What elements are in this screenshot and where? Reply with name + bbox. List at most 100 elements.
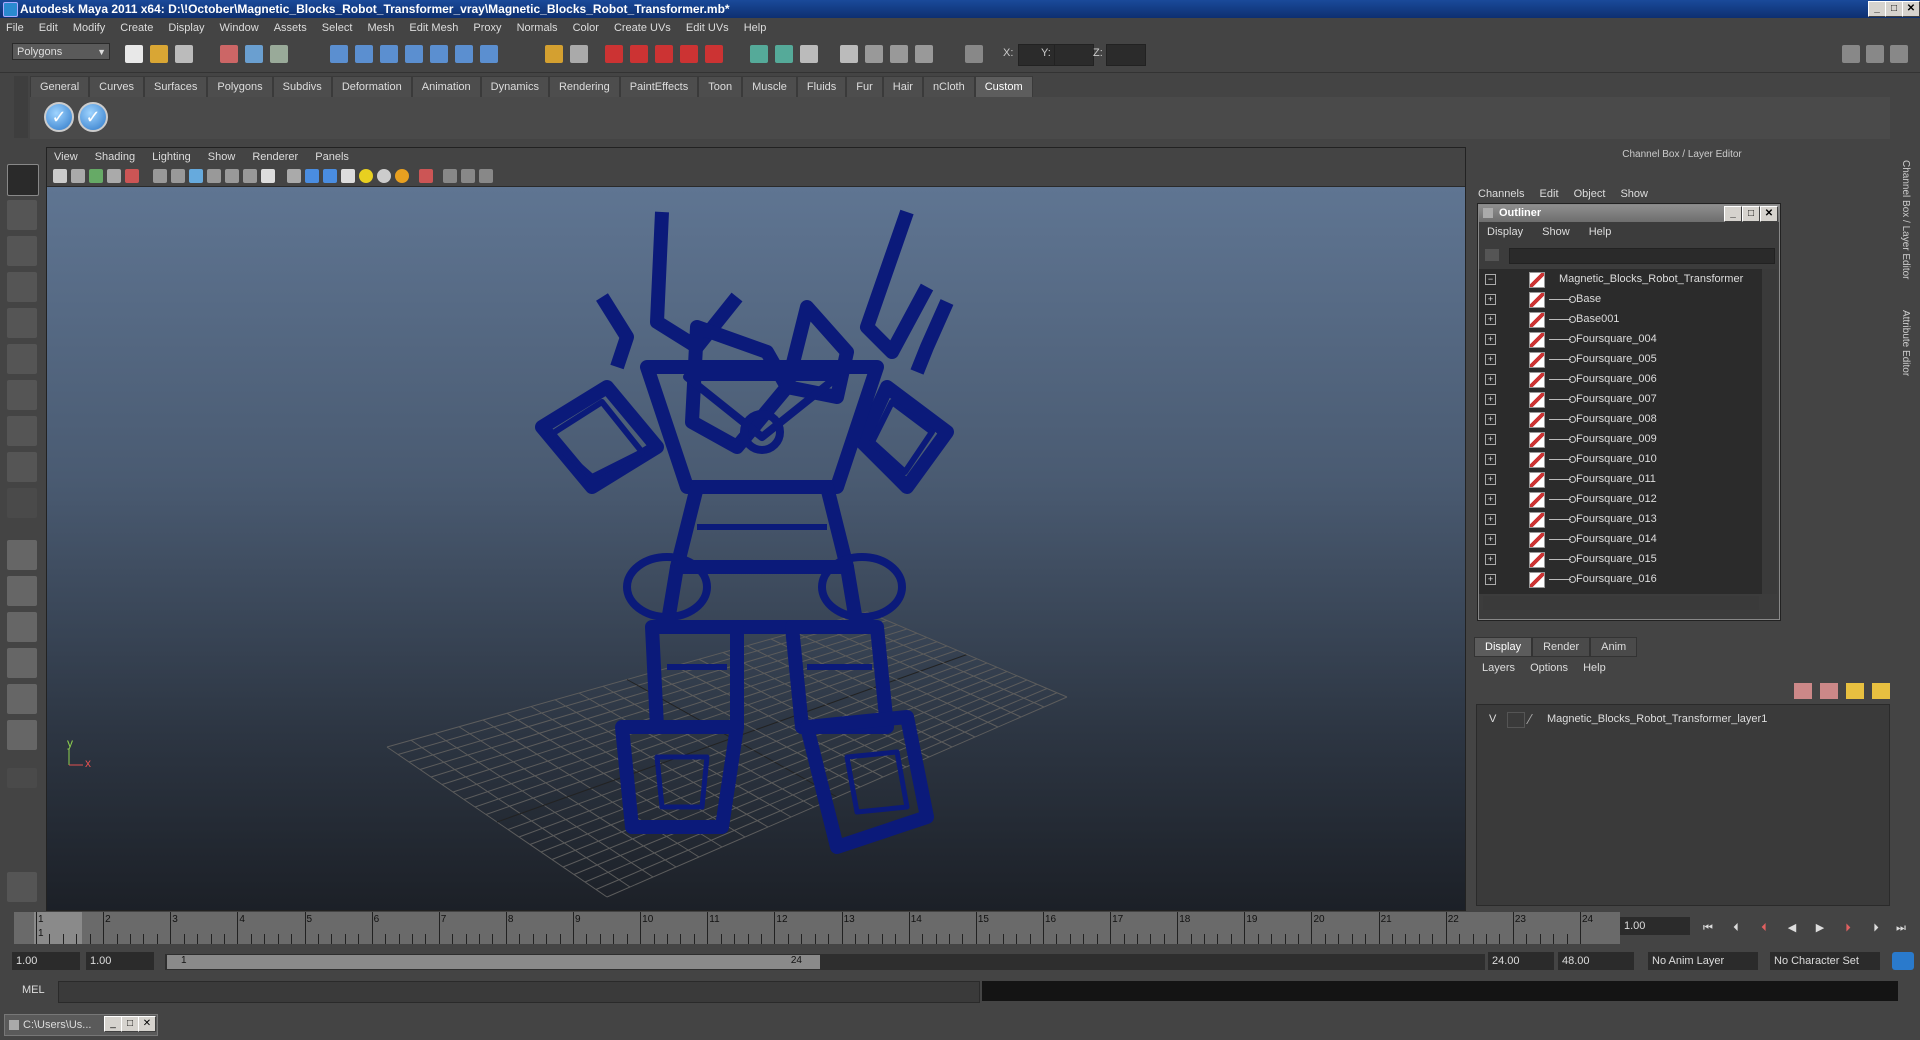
shelf-tab-hair[interactable]: Hair — [882, 76, 923, 97]
expand-icon[interactable]: + — [1485, 474, 1496, 485]
viewport-menu-panels[interactable]: Panels — [308, 148, 356, 166]
hand-icon[interactable] — [7, 872, 37, 902]
expand-icon[interactable]: + — [1485, 554, 1496, 565]
safe-title-icon[interactable] — [261, 169, 275, 183]
expand-icon[interactable]: + — [1485, 354, 1496, 365]
channel-box-menu-channels[interactable]: Channels — [1472, 187, 1530, 201]
range-slider[interactable]: 1 24 — [165, 954, 1485, 970]
shelf-tab-animation[interactable]: Animation — [411, 76, 481, 97]
maximize-button[interactable]: □ — [1885, 1, 1903, 17]
playback-end-field[interactable]: 24.00 — [1488, 952, 1554, 970]
outliner-item[interactable]: + Foursquare_010 — [1479, 449, 1762, 469]
menu-assets[interactable]: Assets — [268, 18, 313, 38]
expand-icon[interactable]: + — [1485, 574, 1496, 585]
outliner-item[interactable]: + Foursquare_004 — [1479, 329, 1762, 349]
menu-edit-mesh[interactable]: Edit Mesh — [403, 18, 464, 38]
grid-icon[interactable] — [153, 169, 167, 183]
outliner-item[interactable]: − Magnetic_Blocks_Robot_Transformer — [1479, 269, 1762, 289]
paint-icon[interactable] — [890, 45, 908, 63]
layout-graph-persp-icon[interactable] — [7, 648, 37, 678]
outliner-item[interactable]: + Foursquare_011 — [1479, 469, 1762, 489]
camera-attributes-icon[interactable] — [71, 169, 85, 183]
new-scene-icon[interactable] — [125, 45, 143, 63]
shelf-tab-rendering[interactable]: Rendering — [548, 76, 620, 97]
layer-menu-layers[interactable]: Layers — [1476, 660, 1521, 676]
menu-create[interactable]: Create — [114, 18, 159, 38]
close-button[interactable]: ✕ — [1902, 1, 1920, 17]
bookmark-icon[interactable] — [89, 169, 103, 183]
z-field[interactable] — [1106, 44, 1146, 66]
new-layer-from-selection-icon[interactable] — [1872, 683, 1890, 699]
menu-set-dropdown[interactable]: Polygons ▼ — [12, 43, 110, 60]
move-layer-down-icon[interactable] — [1820, 683, 1838, 699]
lock-icon[interactable] — [545, 45, 563, 63]
shelf-tab-toon[interactable]: Toon — [698, 76, 743, 97]
outliner-menu-show[interactable]: Show — [1534, 223, 1578, 241]
layout-outliner-persp-icon[interactable] — [7, 612, 37, 642]
image-plane-icon[interactable] — [107, 169, 121, 183]
channel-box-menu-object[interactable]: Object — [1568, 187, 1612, 201]
viewport-menu-renderer[interactable]: Renderer — [245, 148, 305, 166]
frame-selection-icon[interactable] — [479, 169, 493, 183]
taskitem-restore-button[interactable]: _ — [104, 1016, 122, 1032]
expand-icon[interactable]: + — [1485, 394, 1496, 405]
expand-icon[interactable]: + — [1485, 414, 1496, 425]
select-tool-icon[interactable] — [7, 164, 39, 196]
layout-single-pane-icon[interactable] — [7, 540, 37, 570]
time-slider[interactable]: 1 1 2 3 4 5 6 7 8 9 10 11 12 13 14 15 16 17 18 19 20 21 22 23 24 — [14, 912, 1620, 944]
move-tool-icon[interactable] — [7, 272, 37, 302]
render-view-icon[interactable] — [705, 45, 723, 63]
outliner-item[interactable]: + Foursquare_005 — [1479, 349, 1762, 369]
command-language-label[interactable]: MEL — [22, 984, 45, 996]
help-icon[interactable] — [480, 45, 498, 63]
lasso-tool-icon[interactable] — [7, 200, 37, 230]
paint-select-tool-icon[interactable] — [7, 236, 37, 266]
layer-row[interactable]: V Magnetic_Blocks_Robot_Transformer_laye… — [1481, 711, 1881, 729]
x-field[interactable] — [1018, 44, 1058, 66]
outliner-item[interactable]: + Base001 — [1479, 309, 1762, 329]
menu-create-uvs[interactable]: Create UVs — [608, 18, 677, 38]
render-frame-icon[interactable] — [605, 45, 623, 63]
outliner-item[interactable]: + Foursquare_007 — [1479, 389, 1762, 409]
last-tool-icon[interactable] — [7, 488, 37, 518]
outliner-item[interactable]: + Foursquare_013 — [1479, 509, 1762, 529]
outliner-menu-help[interactable]: Help — [1581, 223, 1620, 241]
shelf-tab-fur[interactable]: Fur — [846, 76, 883, 97]
outliner-filter-icon[interactable] — [1485, 249, 1499, 261]
notes-icon[interactable] — [800, 45, 818, 63]
playback-start-field[interactable]: 1.00 — [86, 952, 154, 970]
shelf-tab-ncloth[interactable]: nCloth — [922, 76, 975, 97]
snap-point-icon[interactable] — [380, 45, 398, 63]
xray-icon[interactable] — [419, 169, 433, 183]
expand-icon[interactable]: + — [1485, 534, 1496, 545]
viewport-menu-shading[interactable]: Shading — [88, 148, 142, 166]
expand-icon[interactable]: + — [1485, 434, 1496, 445]
new-layer-icon[interactable] — [1846, 683, 1864, 699]
viewport-menu-show[interactable]: Show — [201, 148, 243, 166]
outliner-item[interactable]: + Foursquare_012 — [1479, 489, 1762, 509]
go-to-end-icon[interactable]: ⏭ — [1893, 920, 1909, 936]
play-backward-icon[interactable]: ◀ — [1784, 920, 1800, 936]
open-scene-icon[interactable] — [150, 45, 168, 63]
layer-visibility-toggle[interactable]: V — [1489, 713, 1496, 725]
menu-proxy[interactable]: Proxy — [467, 18, 507, 38]
high-quality-icon[interactable] — [395, 169, 409, 183]
relative-transform-icon[interactable] — [965, 45, 983, 63]
save-scene-icon[interactable] — [175, 45, 193, 63]
shelf-tab-deformation[interactable]: Deformation — [331, 76, 412, 97]
isolate-select-icon[interactable] — [443, 169, 457, 183]
side-tab-channel-box[interactable]: Channel Box / Layer Editor — [1900, 160, 1911, 290]
hypershade-icon[interactable] — [680, 45, 698, 63]
show-hide-channel-box-icon[interactable] — [1890, 45, 1908, 63]
step-forward-frame-icon[interactable]: ⏵ — [1868, 920, 1884, 936]
smooth-shade-icon[interactable] — [305, 169, 319, 183]
taskitem-maximize-button[interactable]: □ — [121, 1016, 139, 1032]
channel-box-menu-edit[interactable]: Edit — [1534, 187, 1565, 201]
y-field[interactable] — [1054, 44, 1094, 66]
xform-icon[interactable] — [915, 45, 933, 63]
menu-modify[interactable]: Modify — [67, 18, 111, 38]
frame-all-icon[interactable] — [461, 169, 475, 183]
menu-normals[interactable]: Normals — [511, 18, 564, 38]
shelf-tab-muscle[interactable]: Muscle — [742, 76, 797, 97]
shadows-icon[interactable] — [377, 169, 391, 183]
